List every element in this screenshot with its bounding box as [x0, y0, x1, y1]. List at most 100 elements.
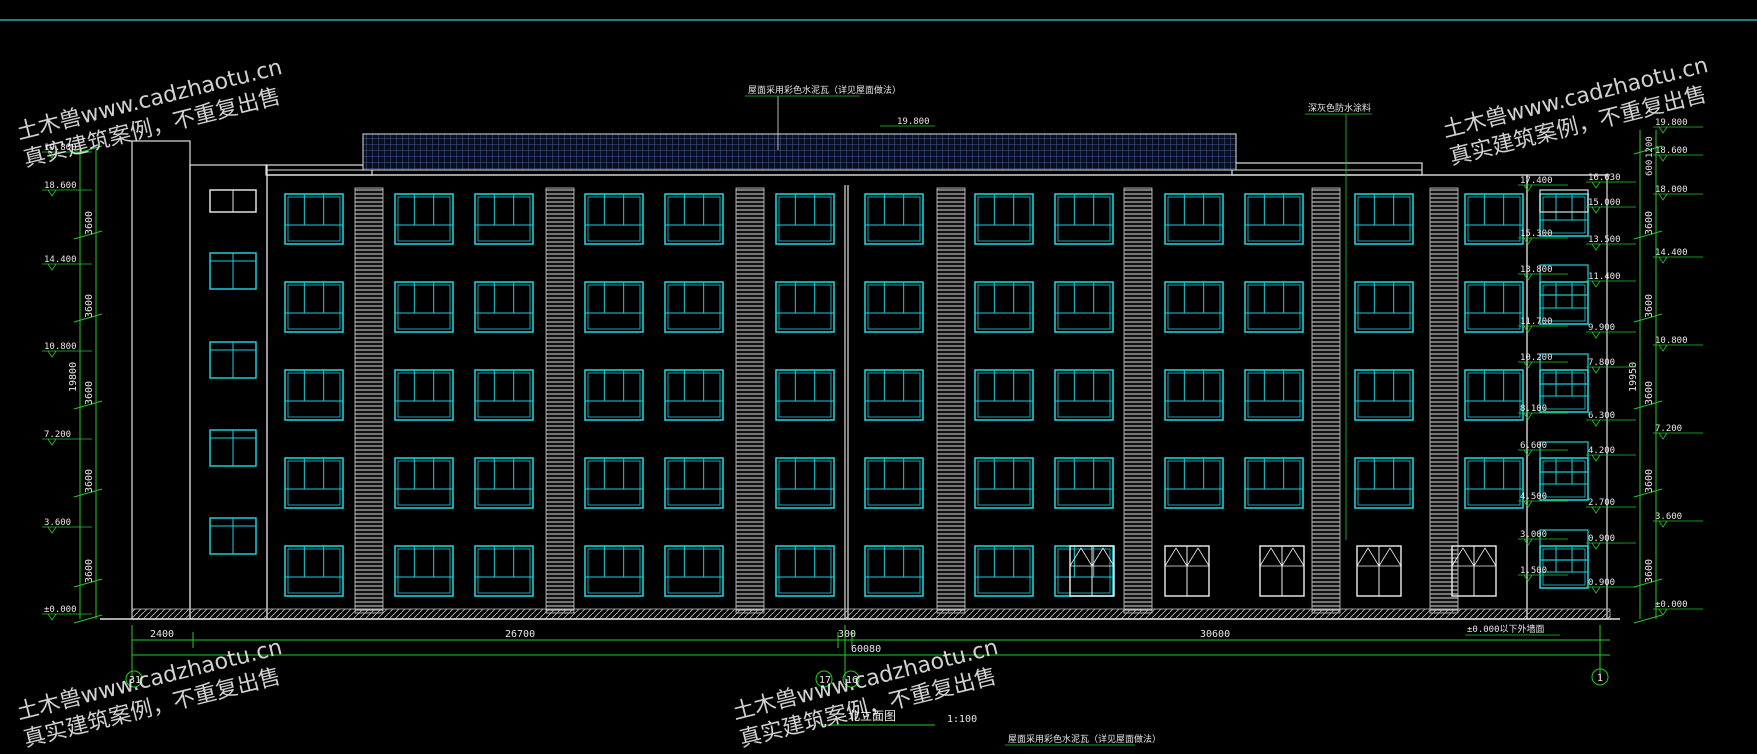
- left-dim-tick: [73, 614, 103, 624]
- window-frame: [584, 457, 644, 509]
- window: [394, 281, 454, 333]
- window-inner: [977, 284, 1031, 330]
- window-frame: [1164, 281, 1224, 333]
- window-frame: [664, 369, 724, 421]
- window-inner: [1542, 372, 1586, 410]
- window-frame: [584, 193, 644, 245]
- window-frame: [864, 281, 924, 333]
- window-inner: [587, 284, 641, 330]
- window: [775, 457, 835, 509]
- elev-inner-text: 3.000: [1520, 530, 1547, 540]
- window-inner: [1542, 196, 1586, 234]
- window: [974, 369, 1034, 421]
- window-inner: [477, 196, 531, 242]
- window-inner: [1167, 460, 1221, 506]
- window-frame: [775, 281, 835, 333]
- window-frame: [1244, 193, 1304, 245]
- window-frame: [474, 545, 534, 597]
- louver-strip: [936, 187, 966, 614]
- louver-strip: [1123, 187, 1153, 614]
- window-inner: [1247, 372, 1301, 418]
- window: [864, 193, 924, 245]
- window-inner: [1357, 460, 1411, 506]
- window-inner: [867, 548, 921, 594]
- window-frame: [775, 457, 835, 509]
- window-inner: [287, 548, 341, 594]
- louver-strip: [545, 187, 575, 614]
- window-inner: [287, 372, 341, 418]
- window: [1054, 193, 1114, 245]
- elev-inner-right-text: 4.200: [1588, 446, 1615, 456]
- elev-right-text: ±0.000: [1655, 600, 1688, 610]
- window-frame: [284, 281, 344, 333]
- side-windows: [209, 189, 1589, 561]
- window-inner: [667, 372, 721, 418]
- window-inner: [867, 460, 921, 506]
- window-grid: [284, 193, 1589, 597]
- window-inner: [1542, 284, 1586, 322]
- window: [474, 545, 534, 597]
- elev-inner-right-text: 11.400: [1588, 272, 1621, 282]
- window: [1164, 369, 1224, 421]
- window-inner: [397, 196, 451, 242]
- window: [1244, 369, 1304, 421]
- window-inner: [287, 460, 341, 506]
- right-floor-dim-4: 3600: [1644, 469, 1655, 493]
- window-frame: [1054, 193, 1114, 245]
- right-total-dim: 19950: [1628, 362, 1639, 392]
- window-inner: [667, 460, 721, 506]
- window: [775, 369, 835, 421]
- window-frame: [775, 193, 835, 245]
- window: [1354, 281, 1414, 333]
- window: [664, 545, 724, 597]
- elev-left-text: 7.200: [44, 430, 71, 440]
- window: [1054, 281, 1114, 333]
- window-inner: [1057, 548, 1111, 594]
- window: [1054, 369, 1114, 421]
- elev-inner-right-text: 16.630: [1588, 173, 1621, 183]
- right-floor-dim-5: 3600: [1644, 559, 1655, 583]
- elev-inner-right-text: 6.300: [1588, 411, 1615, 421]
- window: [1164, 281, 1224, 333]
- window-inner: [1167, 196, 1221, 242]
- window: [394, 369, 454, 421]
- window-inner: [778, 372, 832, 418]
- elev-left-text: 3.600: [44, 518, 71, 528]
- window-frame: [584, 545, 644, 597]
- window: [664, 281, 724, 333]
- door: [1451, 545, 1497, 597]
- window: [474, 193, 534, 245]
- window: [775, 193, 835, 245]
- window: [1354, 193, 1414, 245]
- window-frame: [284, 457, 344, 509]
- door: [1356, 545, 1402, 597]
- note-bottom-center: 屋面采用彩色水泥瓦（详见屋面做法）: [1008, 733, 1161, 745]
- window-inner: [587, 548, 641, 594]
- louver-strip: [1311, 187, 1341, 614]
- window-frame: [1054, 369, 1114, 421]
- window: [1539, 369, 1589, 413]
- elev-inner-text: 4.500: [1520, 492, 1547, 502]
- window-frame: [1354, 457, 1414, 509]
- window: [474, 457, 534, 509]
- window: [864, 545, 924, 597]
- elev-inner-text: 1.500: [1520, 566, 1547, 576]
- window: [284, 281, 344, 333]
- left-total-dim: 19800: [68, 362, 79, 392]
- window-frame: [1539, 369, 1589, 413]
- window-frame: [1539, 457, 1589, 501]
- door: [1259, 545, 1305, 597]
- left-floor-dim-5: 3600: [84, 559, 95, 583]
- elev-left-text: ±0.000: [44, 605, 77, 615]
- window: [664, 193, 724, 245]
- right-floor-dim-1: 3600: [1644, 211, 1655, 235]
- window: [584, 545, 644, 597]
- elev-inner-right-text: 0.900: [1588, 578, 1615, 588]
- elev-inner-text: 11.700: [1520, 317, 1553, 327]
- window-inner: [1247, 460, 1301, 506]
- note-top-center: 屋面采用彩色水泥瓦（详见屋面做法）: [748, 84, 901, 96]
- louver-strip: [1429, 187, 1459, 614]
- window-frame: [664, 281, 724, 333]
- window-inner: [397, 284, 451, 330]
- window: [1054, 457, 1114, 509]
